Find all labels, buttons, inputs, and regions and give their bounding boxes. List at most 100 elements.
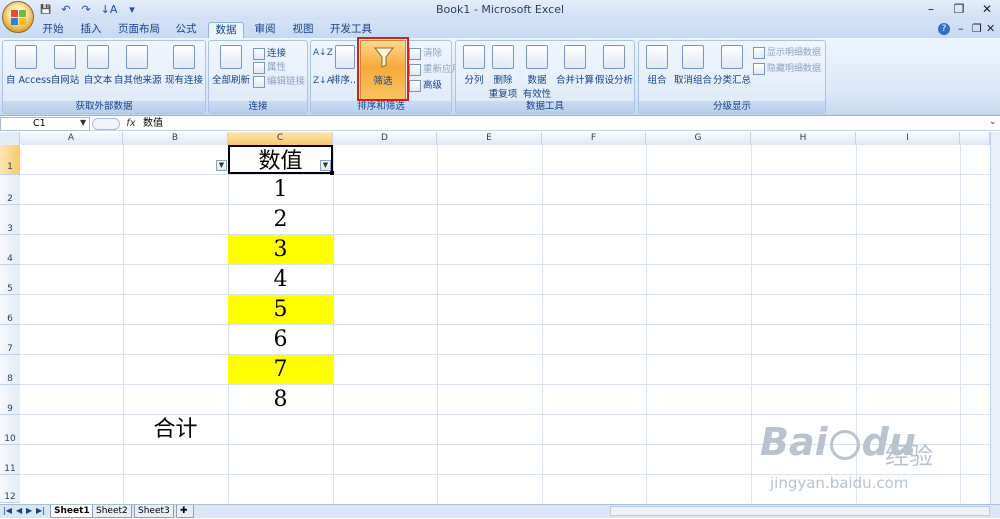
row-header[interactable]: 5 (0, 265, 20, 295)
row-header[interactable]: 11 (0, 445, 20, 475)
row-header[interactable]: 9 (0, 385, 20, 415)
from-access-button[interactable]: 自 Access (6, 45, 51, 86)
help-icon[interactable]: ? (938, 23, 950, 35)
ungroup-button[interactable]: 取消组合 (673, 45, 713, 86)
text-to-columns-button[interactable]: 分列 (459, 45, 489, 86)
cell-c2[interactable]: 1 (228, 175, 333, 204)
column-header-f[interactable]: F (542, 132, 646, 145)
insert-function-icon[interactable]: fx (124, 117, 138, 131)
cell-c6-highlighted[interactable]: 5 (228, 295, 333, 324)
sheet-tab-2[interactable]: Sheet2 (92, 505, 132, 518)
tab-view[interactable]: 视图 (286, 22, 320, 38)
next-sheet-icon[interactable]: ▶ (26, 506, 32, 515)
last-sheet-icon[interactable]: ▶| (36, 506, 45, 515)
cell-c5[interactable]: 4 (228, 265, 333, 294)
ribbon: 自 Access 自网站 自文本 自其他来源 现有连接 获取外部数据 全部刷新 … (0, 38, 1000, 116)
connections-button[interactable]: 连接 (253, 45, 286, 60)
row-header[interactable]: 7 (0, 325, 20, 355)
advanced-filter-button[interactable]: 高级 (409, 77, 442, 92)
tab-review[interactable]: 审阅 (248, 22, 282, 38)
restore-icon[interactable]: ❐ (952, 1, 966, 17)
ribbon-close-icon[interactable]: ✕ (986, 22, 995, 35)
sort-button[interactable]: 排序... (331, 45, 359, 86)
show-detail-button[interactable]: 显示明细数据 (753, 45, 821, 59)
row-header[interactable]: 10 (0, 415, 20, 445)
row-header[interactable]: 4 (0, 235, 20, 265)
ribbon-restore-icon[interactable]: ❐ (972, 22, 982, 35)
formula-bar-splitter[interactable] (92, 118, 120, 130)
column-header-d[interactable]: D (333, 132, 437, 145)
tab-page-layout[interactable]: 页面布局 (114, 22, 164, 38)
from-web-button[interactable]: 自网站 (48, 45, 82, 86)
column-header-e[interactable]: E (437, 132, 542, 145)
ribbon-minimize-icon[interactable]: – (958, 22, 964, 35)
remove-duplicates-button[interactable]: 删除 重复项 (488, 45, 518, 100)
tab-developer[interactable]: 开发工具 (326, 22, 376, 38)
prev-sheet-icon[interactable]: ◀ (16, 506, 22, 515)
sheet-tab-1[interactable]: Sheet1 (50, 505, 94, 518)
insert-sheet-icon[interactable]: ✚ (176, 505, 194, 518)
row-header[interactable]: 12 (0, 475, 20, 503)
edit-links-button[interactable]: 编辑链接 (253, 73, 305, 88)
group-connections: 全部刷新 连接 属性 编辑链接 连接 (208, 40, 308, 114)
group-button[interactable]: 组合 (643, 45, 671, 86)
column-header-a[interactable]: A (20, 132, 123, 145)
first-sheet-icon[interactable]: |◀ (3, 506, 12, 515)
cell-c8-highlighted[interactable]: 7 (228, 355, 333, 384)
close-icon[interactable]: ✕ (980, 1, 994, 17)
select-all-corner[interactable] (0, 132, 20, 145)
minimize-icon[interactable]: – (924, 1, 938, 17)
reapply-button[interactable]: 重新应用 (409, 61, 461, 76)
data-validation-button[interactable]: 数据 有效性 (520, 45, 554, 100)
sheet-tab-3[interactable]: Sheet3 (134, 505, 174, 518)
row-header[interactable]: 8 (0, 355, 20, 385)
watermark-cn: 经验 (885, 442, 933, 470)
column-header-g[interactable]: G (646, 132, 751, 145)
name-box[interactable]: C1 (0, 117, 90, 131)
what-if-button[interactable]: 假设分析 (594, 45, 634, 86)
row-header[interactable]: 2 (0, 175, 20, 205)
existing-connections-button[interactable]: 现有连接 (163, 45, 205, 86)
cell-c7[interactable]: 6 (228, 325, 333, 354)
formula-input[interactable]: 数值 (143, 117, 163, 131)
sort-az-icon: A↓Z (313, 48, 333, 58)
filter-dropdown-icon[interactable]: ▼ (320, 160, 331, 171)
sort-za-button[interactable]: Z↓A (313, 75, 333, 86)
refresh-all-button[interactable]: 全部刷新 (211, 45, 251, 86)
column-header-b[interactable]: B (123, 132, 228, 145)
column-header-i[interactable]: I (856, 132, 960, 145)
tab-home[interactable]: 开始 (36, 22, 70, 38)
clear-button[interactable]: 清除 (409, 45, 442, 60)
tab-formulas[interactable]: 公式 (168, 22, 204, 38)
cell-b10-total[interactable]: 合计 (123, 415, 228, 444)
column-header-c[interactable]: C (228, 132, 333, 145)
filter-dropdown-icon[interactable]: ▼ (216, 160, 227, 171)
from-other-sources-button[interactable]: 自其他来源 (114, 45, 162, 86)
expand-formula-bar-icon[interactable]: ⌄ (989, 117, 997, 127)
cell-c3[interactable]: 2 (228, 205, 333, 234)
vertical-scrollbar[interactable] (990, 132, 1000, 504)
from-text-button[interactable]: 自文本 (82, 45, 114, 86)
horizontal-scrollbar[interactable] (610, 506, 990, 516)
name-box-dropdown-icon[interactable]: ▼ (80, 118, 86, 127)
office-button[interactable] (2, 1, 34, 33)
group-label: 分级显示 (639, 101, 825, 113)
row-header[interactable]: 1 (0, 145, 20, 175)
hide-detail-button[interactable]: 隐藏明细数据 (753, 61, 821, 75)
cell-c1-header[interactable]: 数值 (228, 145, 333, 174)
sort-az-button[interactable]: A↓Z (313, 47, 333, 58)
tab-insert[interactable]: 插入 (74, 22, 108, 38)
tab-data[interactable]: 数据 (208, 22, 244, 38)
properties-button[interactable]: 属性 (253, 59, 286, 74)
row-header[interactable]: 6 (0, 295, 20, 325)
consolidate-button[interactable]: 合并计算 (556, 45, 594, 86)
cell-c9[interactable]: 8 (228, 385, 333, 414)
column-header-h[interactable]: H (751, 132, 856, 145)
cell-c4-highlighted[interactable]: 3 (228, 235, 333, 264)
column-headers: A B C D E F G H I (0, 132, 990, 145)
column-header-partial[interactable] (960, 132, 990, 145)
highlight-box (357, 37, 409, 101)
what-if-icon (603, 45, 625, 69)
subtotal-button[interactable]: 分类汇总 (713, 45, 751, 86)
row-header[interactable]: 3 (0, 205, 20, 235)
